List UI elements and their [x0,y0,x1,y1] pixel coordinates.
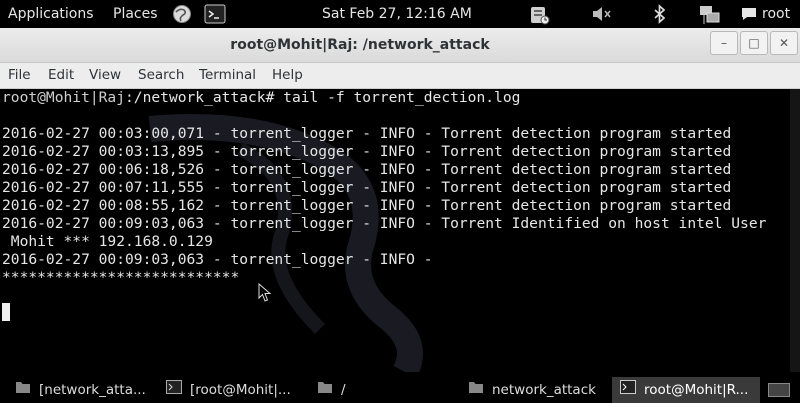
menu-search[interactable]: Search [138,63,184,87]
terminal-output: root@Mohit|Raj:/network_attack# tail -f … [2,89,766,287]
menu-terminal[interactable]: Terminal [199,63,256,87]
places-menu[interactable]: Places [113,0,158,28]
taskbar-item-active-terminal[interactable]: root@Mohit|R... [612,377,760,403]
menu-view[interactable]: View [89,63,121,87]
terminal-line: 2016-02-27 00:09:03,063 - torrent_logger… [2,215,767,232]
terminal-line: 2016-02-27 00:03:13,895 - torrent_logger… [2,143,732,160]
minimize-button[interactable]: – [710,31,738,55]
top-panel: Applications Places Sat Feb 27, 12:16 AM… [0,0,800,28]
folder-icon [317,377,333,403]
taskbar-item-network-attack-folder[interactable]: [network_atta... [15,377,155,403]
prompt-command: tail -f torrent_dection.log [274,89,521,106]
terminal-icon [166,377,182,403]
terminal-icon[interactable] [204,4,226,28]
menu-edit[interactable]: Edit [48,63,74,87]
taskbar-item-root-folder[interactable]: / [317,377,457,403]
menubar: File Edit View Search Terminal Help [0,63,800,89]
taskbar-item-label: / [341,382,346,398]
terminal-line: 2016-02-27 00:08:55,162 - torrent_logger… [2,197,732,214]
menu-file[interactable]: File [8,63,31,87]
prompt-cwd: :/network_attack# [125,89,275,106]
taskbar-item-label: [network_atta... [39,382,146,398]
network-icon[interactable] [698,4,722,30]
taskbar-item-label: [root@Mohit|... [190,382,291,398]
mouse-pointer-icon [258,283,272,302]
taskbar-item-label: network_attack [492,382,596,398]
workspace-switcher-icon[interactable] [768,383,790,401]
folder-icon [468,377,484,403]
maximize-button[interactable]: □ [740,31,768,55]
terminal-line: 2016-02-27 00:07:11,555 - torrent_logger… [2,179,732,196]
terminal-area[interactable]: root@Mohit|Raj:/network_attack# tail -f … [0,89,790,372]
volume-icon[interactable] [590,4,614,28]
bluetooth-icon[interactable] [652,4,668,28]
chat-icon[interactable] [740,6,758,26]
taskbar-item-terminal[interactable]: [root@Mohit|... [166,377,306,403]
notification-icon[interactable] [528,4,552,30]
terminal-line: Mohit *** 192.168.0.129 [2,233,213,250]
applications-menu[interactable]: Applications [8,0,94,28]
terminal-cursor [2,303,10,321]
terminal-line: 2016-02-27 00:03:00,071 - torrent_logger… [2,125,732,142]
terminal-line: *************************** [2,269,240,286]
taskbar-item-network-attack[interactable]: network_attack [468,377,608,403]
menu-help[interactable]: Help [272,63,303,87]
folder-icon [15,377,31,403]
terminal-line: 2016-02-27 00:06:18,526 - torrent_logger… [2,161,732,178]
terminal-scrollbar[interactable] [790,89,800,372]
terminal-line: 2016-02-27 00:09:03,063 - torrent_logger… [2,251,433,268]
bottom-taskbar: [network_atta... [root@Mohit|... / netwo… [0,377,800,403]
terminal-icon [620,377,636,403]
window-title: root@Mohit|Raj: /network_attack [230,37,490,53]
prompt-user-host: root@Mohit|Raj [2,89,126,106]
clock[interactable]: Sat Feb 27, 12:16 AM [322,0,472,28]
user-menu[interactable]: root [762,0,790,28]
close-button[interactable]: ✕ [770,31,798,55]
window-titlebar[interactable]: root@Mohit|Raj: /network_attack – □ ✕ [0,28,800,63]
taskbar-item-label: root@Mohit|R... [644,382,749,398]
browser-globe-icon[interactable] [172,4,192,28]
